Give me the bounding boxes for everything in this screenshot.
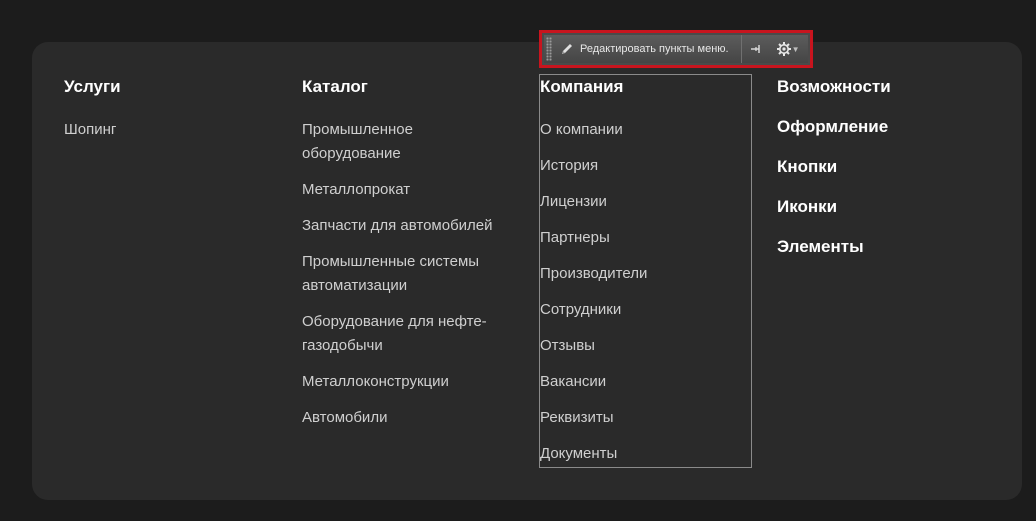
toolbar-body: Редактировать пункты меню. ▼ (544, 35, 808, 63)
menu-item-manufacturers[interactable]: Производители (540, 262, 647, 286)
menu-column-features: Возможности Оформление Кнопки Иконки Эле… (777, 76, 891, 276)
pin-icon (750, 45, 760, 53)
menu-item-about[interactable]: О компании (540, 118, 647, 142)
pencil-icon (562, 44, 572, 54)
menu-item-reviews[interactable]: Отзывы (540, 334, 647, 358)
pin-button[interactable] (742, 35, 770, 63)
menu-item-icons[interactable]: Иконки (777, 196, 891, 218)
services-list: Шопинг (64, 118, 121, 142)
edit-menu-items-button[interactable]: Редактировать пункты меню. (552, 35, 742, 63)
company-list: О компании История Лицензии Партнеры Про… (540, 118, 647, 466)
menu-item-requisites[interactable]: Реквизиты (540, 406, 647, 430)
menu-item-industrial-equipment[interactable]: Промышленное оборудование (302, 118, 512, 166)
menu-item-shopping[interactable]: Шопинг (64, 118, 121, 142)
menu-edit-toolbar: Редактировать пункты меню. ▼ (539, 30, 813, 68)
menu-column-catalog: Каталог Промышленное оборудование Металл… (302, 76, 512, 442)
column-title-services[interactable]: Услуги (64, 76, 121, 98)
menu-item-design[interactable]: Оформление (777, 116, 891, 138)
column-title-company[interactable]: Компания (540, 76, 647, 98)
chevron-down-icon[interactable]: ▼ (792, 45, 800, 54)
menu-item-car-parts[interactable]: Запчасти для автомобилей (302, 214, 512, 238)
edit-menu-items-label: Редактировать пункты меню. (580, 43, 729, 55)
menu-item-vacancies[interactable]: Вакансии (540, 370, 647, 394)
menu-item-metal-products[interactable]: Металлопрокат (302, 178, 512, 202)
menu-item-oil-gas-equipment[interactable]: Оборудование для нефте-газодобычи (302, 310, 512, 358)
menu-item-history[interactable]: История (540, 154, 647, 178)
catalog-list: Промышленное оборудование Металлопрокат … (302, 118, 512, 430)
menu-item-metal-structures[interactable]: Металлоконструкции (302, 370, 512, 394)
gear-icon (776, 42, 791, 56)
menu-item-licenses[interactable]: Лицензии (540, 190, 647, 214)
menu-column-company: Компания О компании История Лицензии Пар… (540, 76, 647, 478)
menu-item-cars[interactable]: Автомобили (302, 406, 512, 430)
menu-item-documents[interactable]: Документы (540, 442, 647, 466)
menu-item-automation-systems[interactable]: Промышленные системы автоматизации (302, 250, 512, 298)
menu-column-services: Услуги Шопинг (64, 76, 121, 154)
column-title-catalog[interactable]: Каталог (302, 76, 512, 98)
menu-item-partners[interactable]: Партнеры (540, 226, 647, 250)
menu-item-features[interactable]: Возможности (777, 76, 891, 98)
menu-item-elements[interactable]: Элементы (777, 236, 891, 258)
menu-item-buttons[interactable]: Кнопки (777, 156, 891, 178)
menu-item-staff[interactable]: Сотрудники (540, 298, 647, 322)
